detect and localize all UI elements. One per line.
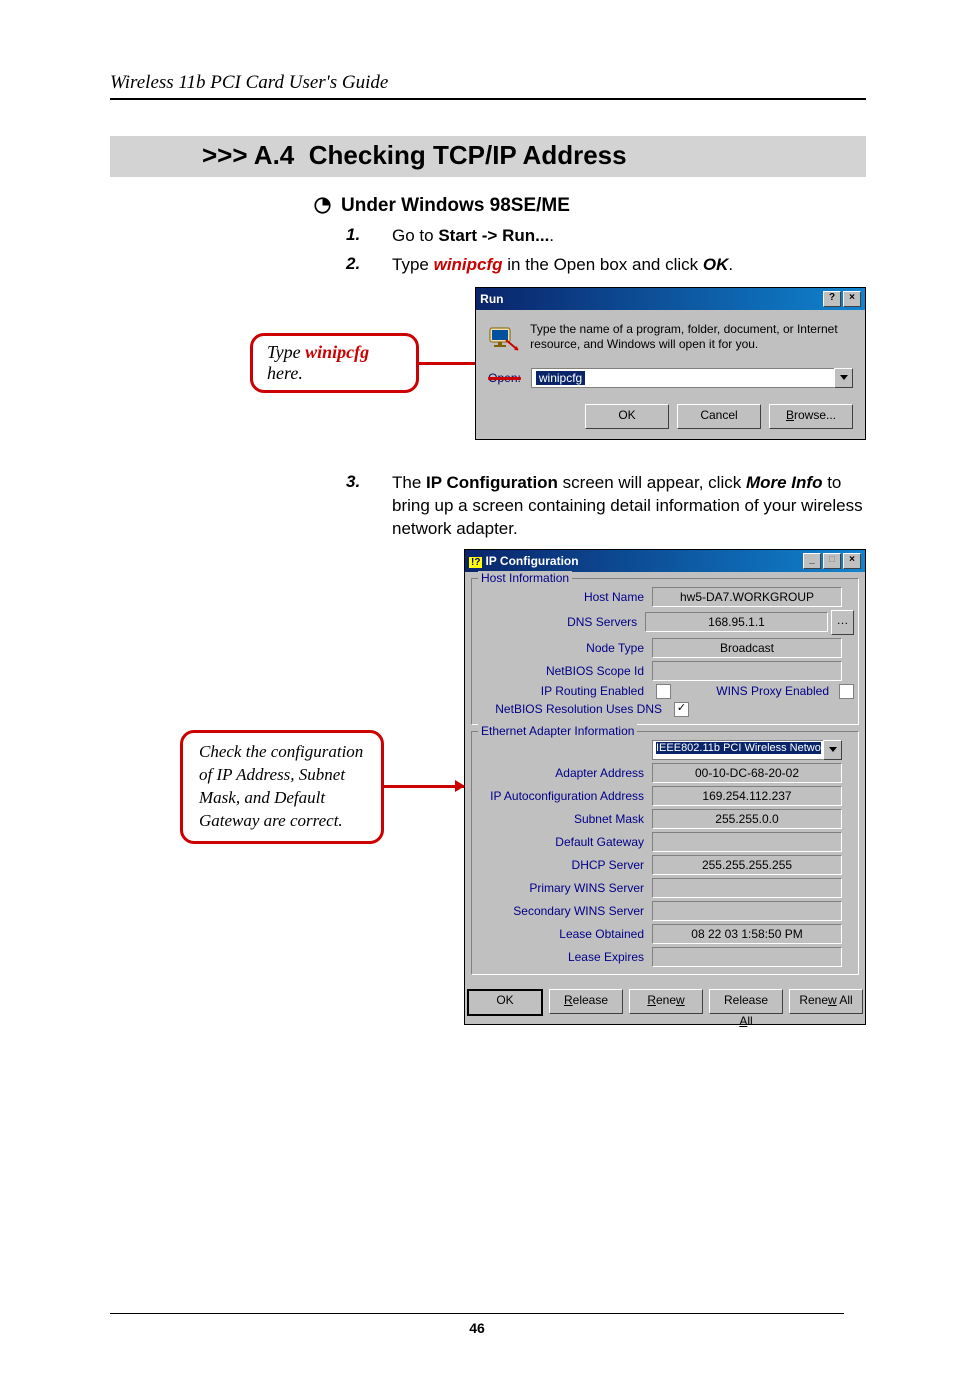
iprouting-label: IP Routing Enabled [476, 684, 652, 698]
adapter-addr-label: Adapter Address [476, 766, 652, 780]
footer-rule [110, 1313, 844, 1314]
help-icon[interactable]: ? [823, 291, 841, 307]
adapter-info-label: Ethernet Adapter Information [478, 724, 637, 738]
section-bar: >>> A.4 Checking TCP/IP Address [110, 136, 866, 177]
step3-text: The IP Configuration screen will appear,… [392, 472, 866, 541]
close-icon[interactable]: × [843, 291, 861, 307]
swins-value [652, 901, 842, 921]
step2-num: 2. [346, 254, 392, 277]
lease-obtained-label: Lease Obtained [476, 927, 652, 941]
step2-text: Type winipcfg in the Open box and click … [392, 254, 866, 277]
run-desc: Type the name of a program, folder, docu… [530, 322, 853, 353]
dns-more-button[interactable]: … [831, 610, 854, 635]
autoconf-label: IP Autoconfiguration Address [476, 789, 652, 803]
renew-button[interactable]: Renew [629, 989, 703, 1014]
release-button[interactable]: Release [549, 989, 623, 1014]
dhcp-value: 255.255.255.255 [652, 855, 842, 875]
winsproxy-check [839, 684, 854, 699]
renew-all-button[interactable]: Renew All [789, 989, 863, 1014]
hostname-value: hw5-DA7.WORKGROUP [652, 587, 842, 607]
callout-connector [419, 362, 475, 365]
run-open-label: Open: [488, 371, 521, 385]
nodetype-label: Node Type [476, 641, 652, 655]
callout-check-config: Check the configuration of IP Address, S… [180, 730, 384, 844]
ip-ok-button[interactable]: OK [467, 989, 543, 1016]
netbios-dns-label: NetBIOS Resolution Uses DNS [476, 702, 670, 716]
ok-button[interactable]: OK [585, 404, 669, 429]
netbios-scope-value [652, 661, 842, 681]
header-rule [110, 98, 866, 100]
adapter-addr-value: 00-10-DC-68-20-02 [652, 763, 842, 783]
swins-label: Secondary WINS Server [476, 904, 652, 918]
gateway-label: Default Gateway [476, 835, 652, 849]
dhcp-label: DHCP Server [476, 858, 652, 872]
step1-text: Go to Start -> Run.... [392, 225, 866, 248]
subnet-label: Subnet Mask [476, 812, 652, 826]
adapter-info-group: Ethernet Adapter Information IEEE802.11b… [471, 731, 859, 975]
hostname-label: Host Name [476, 590, 652, 604]
iprouting-check [656, 684, 671, 699]
dns-label: DNS Servers [476, 615, 645, 629]
callout-winipcfg: Type winipcfg here. [250, 333, 419, 393]
callout-arrow [384, 785, 464, 788]
maximize-icon[interactable]: □ [823, 553, 841, 569]
browse-button[interactable]: Browse... [769, 404, 853, 429]
pwins-value [652, 878, 842, 898]
ip-title: IP Configuration [485, 554, 578, 568]
lease-expires-value [652, 947, 842, 967]
release-all-button[interactable]: Release All [709, 989, 783, 1014]
netbios-scope-label: NetBIOS Scope Id [476, 664, 652, 678]
ip-configuration-dialog: !?IP Configuration _ □ × Host Informatio… [464, 549, 866, 1025]
step3-num: 3. [346, 472, 392, 541]
section-prefix: >>> A.4 [202, 140, 294, 170]
run-open-combo[interactable]: winipcfg [531, 368, 853, 388]
adapter-combo[interactable]: IEEE802.11b PCI Wireless Netwo [652, 740, 842, 760]
ip-titlebar: !?IP Configuration _ □ × [465, 550, 865, 572]
run-title: Run [480, 292, 503, 306]
minimize-icon[interactable]: _ [803, 553, 821, 569]
pwins-label: Primary WINS Server [476, 881, 652, 895]
host-info-group: Host Information Host Namehw5-DA7.WORKGR… [471, 578, 859, 725]
lease-obtained-value: 08 22 03 1:58:50 PM [652, 924, 842, 944]
section-title: Checking TCP/IP Address [309, 140, 627, 170]
lease-expires-label: Lease Expires [476, 950, 652, 964]
gateway-value [652, 832, 842, 852]
sub-heading: Under Windows 98SE/ME [341, 195, 570, 217]
cancel-button[interactable]: Cancel [677, 404, 761, 429]
subnet-value: 255.255.0.0 [652, 809, 842, 829]
page-number: 46 [0, 1320, 954, 1336]
run-titlebar: Run ? × [476, 288, 865, 310]
run-dialog: Run ? × Type the name of a program, fold… [475, 287, 866, 440]
chevron-down-icon[interactable] [823, 740, 842, 760]
autoconf-value: 169.254.112.237 [652, 786, 842, 806]
dns-value: 168.95.1.1 [645, 612, 828, 632]
host-info-label: Host Information [478, 571, 572, 585]
winsproxy-label: WINS Proxy Enabled [671, 684, 835, 698]
close-icon[interactable]: × [843, 553, 861, 569]
chevron-down-icon[interactable] [834, 368, 853, 388]
doc-header: Wireless 11b PCI Card User's Guide [110, 72, 866, 94]
netbios-dns-check: ✓ [674, 702, 689, 717]
step1-num: 1. [346, 225, 392, 248]
run-icon [488, 322, 520, 354]
bullet-icon [314, 197, 331, 214]
nodetype-value: Broadcast [652, 638, 842, 658]
